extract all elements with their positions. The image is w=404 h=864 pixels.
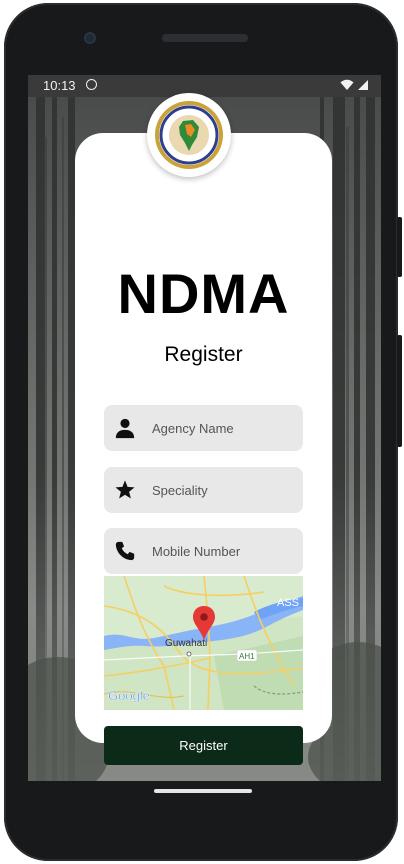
person-icon xyxy=(115,418,135,439)
city-dot xyxy=(186,651,192,657)
mobile-number-input[interactable] xyxy=(152,528,297,574)
phone-frame: 10:13 NDMA Register Agency Name Speciali… xyxy=(4,3,402,861)
earpiece-speaker xyxy=(162,34,248,42)
ndma-emblem xyxy=(151,97,227,173)
power-button xyxy=(397,217,402,277)
register-card: NDMA Register Agency Name Speciality Mob… xyxy=(75,93,332,765)
google-attribution: Google xyxy=(108,688,150,703)
mobile-number-field[interactable] xyxy=(104,528,303,574)
app-screen: 10:13 NDMA Register Agency Name Speciali… xyxy=(28,75,381,781)
map-city-label: Guwahati xyxy=(165,638,207,649)
status-time: 10:13 xyxy=(43,78,76,93)
cellular-signal-icon xyxy=(358,80,368,90)
speciality-field[interactable] xyxy=(104,467,303,513)
page-title: Register xyxy=(164,343,243,366)
volume-button xyxy=(397,335,402,447)
agency-name-field[interactable] xyxy=(104,405,303,451)
star-icon xyxy=(115,480,135,499)
ndma-logo xyxy=(147,93,231,177)
wifi-icon xyxy=(340,79,354,90)
front-camera xyxy=(84,32,96,44)
map-region-label: ASS xyxy=(277,597,299,609)
location-map[interactable]: Guwahati ASS AH1 Google xyxy=(104,576,303,710)
notification-icon xyxy=(86,79,97,90)
brand-title: NDMA xyxy=(117,262,290,325)
phone-icon xyxy=(115,541,135,561)
status-icons xyxy=(340,79,369,91)
map-road-label: AH1 xyxy=(239,652,255,661)
register-button[interactable]: Register xyxy=(104,726,303,765)
agency-name-input[interactable] xyxy=(152,405,297,451)
home-gesture-bar[interactable] xyxy=(154,789,252,793)
speciality-input[interactable] xyxy=(152,467,297,513)
map-view[interactable]: Guwahati ASS AH1 Google xyxy=(104,576,303,710)
